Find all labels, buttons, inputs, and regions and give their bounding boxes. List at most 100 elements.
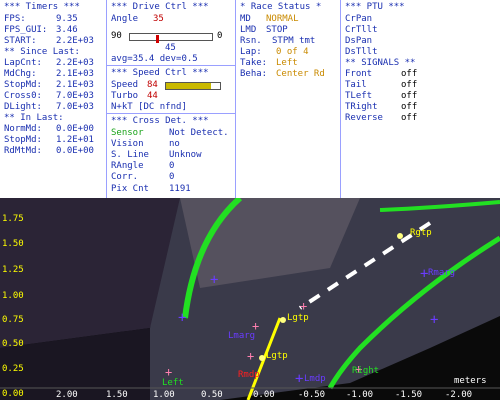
fps-value: 9.35 (56, 14, 78, 24)
slider-marker[interactable] (156, 35, 160, 43)
avg-line: avg=35.4 dev=0.5 (111, 54, 198, 64)
lap-label: Lap: (240, 47, 262, 57)
start-row: START: 2.2E+03 (4, 36, 94, 47)
timers-panel: *** Timers *** FPS: 9.35 FPS_GUI: 3.46 STA… (0, 0, 106, 198)
rangle-label: RAngle (111, 161, 144, 171)
lmdp-label: Lmdp (304, 374, 326, 384)
normmd-value: 0.0E+00 (56, 124, 94, 134)
dlight-value: 7.0E+03 (56, 102, 94, 112)
rmdp-label: Rmdp (238, 370, 260, 380)
ptu-item: DsPan (345, 36, 373, 46)
signal-row: TLeft off (345, 91, 417, 102)
race-title: * Race Status * (240, 2, 322, 12)
fps-gui-value: 3.46 (56, 25, 78, 35)
turbo-value: 44 (147, 91, 158, 101)
signal-row: Tail off (345, 80, 417, 91)
stopmd-row: StopMd: 2.1E+03 (4, 80, 94, 91)
corr-row: Corr. 0 (111, 172, 174, 183)
rgtp-label: Rgtp (410, 228, 432, 238)
rdmtmd-value: 0.0E+00 (56, 146, 94, 156)
slider-min: 90 (111, 31, 122, 41)
x-tick-label: -0.50 (298, 390, 326, 400)
vision-row: Vision no (111, 139, 180, 150)
x-tick-label: -1.50 (395, 390, 423, 400)
lmd-value: STOP (266, 25, 288, 35)
slider-max: 0 (217, 31, 223, 41)
stopmd-value: 2.1E+03 (56, 80, 94, 90)
angle-slider[interactable]: 90 0 (111, 31, 222, 43)
fps-gui-label: FPS_GUI: (4, 25, 48, 35)
angle-row: Angle 35 (111, 14, 164, 25)
vision-value: no (169, 139, 180, 149)
x-tick-label: 1.00 (153, 390, 175, 400)
timers-title: *** Timers *** (4, 2, 80, 12)
sensor-row: Sensor Not Detect. (111, 128, 229, 139)
speed-title: *** Speed Ctrl *** (111, 68, 209, 78)
lap-value: 0 of 4 (276, 47, 309, 57)
lapcnt-label: LapCnt: (4, 58, 42, 68)
left-label: Left (162, 378, 184, 388)
speed-label: Speed (111, 80, 139, 90)
right-label: Right (352, 366, 380, 376)
target-point (259, 355, 265, 361)
speed-row: Speed 84 (111, 80, 158, 91)
signal-value: off (401, 69, 418, 79)
beha-value: Center Rd (276, 69, 325, 79)
fps-gui-row: FPS_GUI: 3.46 (4, 25, 78, 36)
signal-label: Tail (345, 80, 367, 90)
x-tick-label: 1.50 (106, 390, 128, 400)
signal-label: Reverse (345, 113, 383, 123)
fps-label: FPS: (4, 14, 26, 24)
start-value: 2.2E+03 (56, 36, 94, 46)
ptu-panel: *** PTU *** CrPan CrTllt DsPan DsTllt **… (341, 0, 500, 198)
ptu-title: *** PTU *** (345, 2, 405, 12)
rsn-value: STPM tmt (272, 36, 316, 46)
vision-label: Vision (111, 139, 144, 149)
divider (107, 113, 235, 114)
pixcnt-row: Pix Cnt 1191 (111, 184, 191, 195)
units-label: meters (454, 376, 487, 386)
lgtp-label: Lgtp (287, 313, 309, 323)
sline-value: Unknow (169, 150, 202, 160)
signal-label: Front (345, 69, 373, 79)
lap-row: Lap: 0 of 4 (240, 47, 309, 58)
md-row: MD NORMAL (240, 14, 299, 25)
marker-plus: + (247, 349, 254, 363)
take-row: Take: Left (240, 58, 298, 69)
lgtp-label: Lgtp (266, 351, 288, 361)
y-tick-label: 0.50 (2, 339, 24, 349)
normmd-label: NormMd: (4, 124, 42, 134)
mdchg-value: 2.1E+03 (56, 69, 94, 79)
signal-value: off (401, 91, 418, 101)
slider-center: 45 (165, 43, 176, 53)
md-label: MD (240, 14, 251, 24)
y-tick-label: 1.00 (2, 291, 24, 301)
x-tick-label: -1.00 (346, 390, 374, 400)
cross0-row: Cross0: 7.0E+03 (4, 91, 94, 102)
x-tick-label: 0.50 (201, 390, 223, 400)
signal-value: off (401, 113, 418, 123)
ptu-item: CrTllt (345, 25, 378, 35)
cross0-value: 7.0E+03 (56, 91, 94, 101)
fps-row: FPS: 9.35 (4, 14, 78, 25)
marker-plus: + (165, 365, 172, 379)
x-tick-label: 2.00 (56, 390, 78, 400)
cross0-label: Cross0: (4, 91, 42, 101)
pixcnt-value: 1191 (169, 184, 191, 194)
rdmtmd-row: RdMtMd: 0.0E+00 (4, 146, 94, 157)
y-tick-label: 1.25 (2, 265, 24, 275)
sline-label: S. Line (111, 150, 149, 160)
signal-label: TLeft (345, 91, 373, 101)
since-last-title: ** Since Last: (4, 47, 80, 57)
note-line: N+kT [DC nfnd] (111, 102, 187, 112)
marker-plus: + (295, 371, 303, 387)
x-tick-label: -2.00 (445, 390, 473, 400)
sensor-label: Sensor (111, 128, 144, 138)
signals-title: ** SIGNALS ** (345, 58, 416, 68)
y-tick-label: 0.75 (2, 315, 24, 325)
slider-track[interactable] (129, 33, 213, 43)
normmd-row: NormMd: 0.0E+00 (4, 124, 94, 135)
signal-value: off (401, 80, 418, 90)
stopmd2-label: StopMd: (4, 135, 42, 145)
target-point (280, 317, 286, 323)
